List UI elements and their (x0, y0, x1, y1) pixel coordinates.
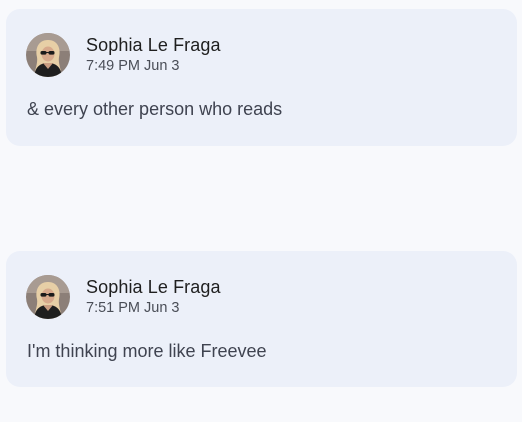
message-card[interactable]: Sophia Le Fraga 7:49 PM Jun 3 & every ot… (6, 9, 517, 146)
avatar[interactable] (26, 275, 70, 319)
avatar[interactable] (26, 33, 70, 77)
author-name[interactable]: Sophia Le Fraga (86, 277, 221, 298)
message-text: & every other person who reads (27, 99, 283, 119)
message-feed: Sophia Le Fraga 7:49 PM Jun 3 & every ot… (0, 0, 522, 422)
profile-photo-icon (26, 275, 70, 319)
message-timestamp[interactable]: 7:49 PM Jun 3 (86, 58, 180, 74)
message-text: I'm thinking more like Freevee (27, 341, 267, 361)
message-timestamp[interactable]: 7:51 PM Jun 3 (86, 300, 180, 316)
message-card[interactable]: Sophia Le Fraga 7:51 PM Jun 3 I'm thinki… (6, 251, 517, 387)
profile-photo-icon (26, 33, 70, 77)
author-name[interactable]: Sophia Le Fraga (86, 35, 221, 56)
